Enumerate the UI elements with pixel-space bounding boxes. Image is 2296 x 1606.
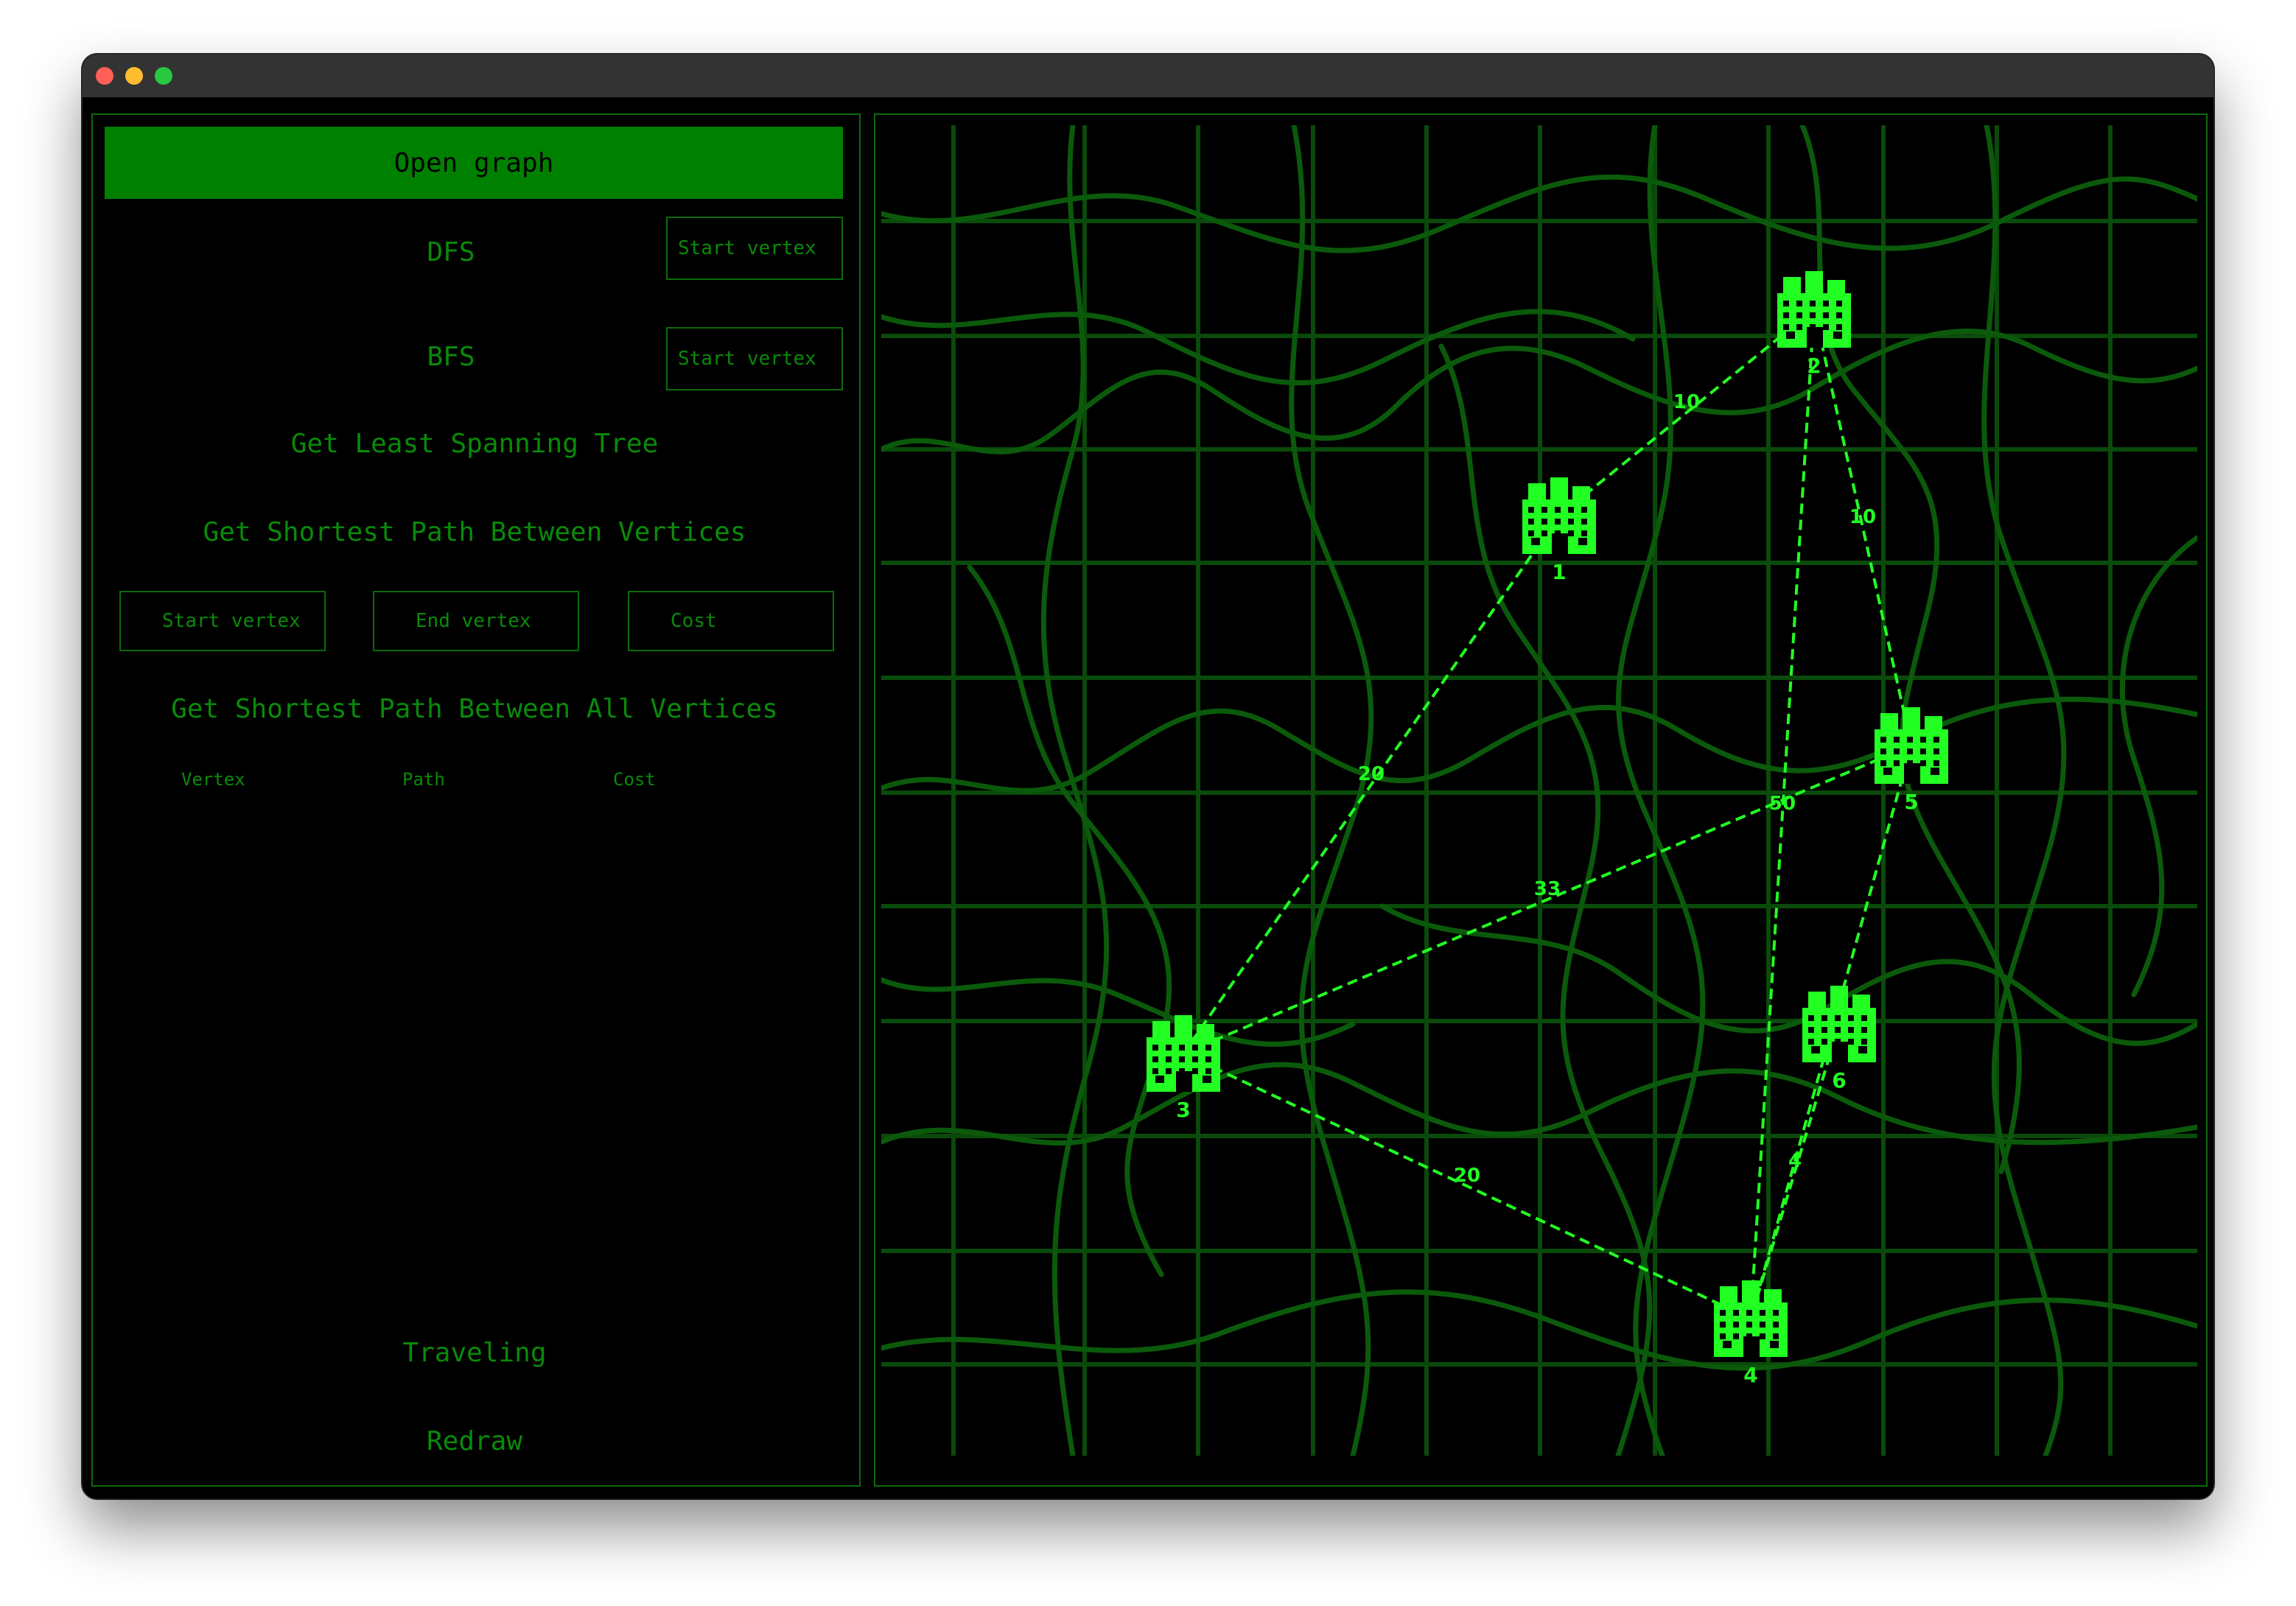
city-building-icon <box>1147 1015 1220 1092</box>
control-panel <box>91 113 861 1487</box>
least-spanning-tree-button[interactable]: Get Least Spanning Tree <box>91 429 858 459</box>
dfs-button[interactable]: DFS <box>340 237 561 267</box>
graph-edge-weight: 10 <box>1849 506 1876 528</box>
graph-edge-weight: 10 <box>1673 391 1700 413</box>
table-header-path: Path <box>402 769 445 790</box>
map-road <box>967 564 1172 1277</box>
graph-vertex-label: 5 <box>1904 790 1918 814</box>
table-header-cost: Cost <box>613 769 656 790</box>
shortest-path-end-vertex-input[interactable] <box>373 591 579 651</box>
graph-vertex-1[interactable]: 1 <box>1522 477 1596 584</box>
graph-vertex-2[interactable]: 2 <box>1777 271 1851 378</box>
map-svg: 10102050332014 123456 <box>881 125 2197 1456</box>
graph-vertex-label: 2 <box>1807 354 1821 378</box>
graph-vertex-label: 3 <box>1176 1098 1190 1122</box>
shortest-path-cost-input[interactable] <box>628 591 834 651</box>
graph-vertex-6[interactable]: 6 <box>1802 986 1876 1093</box>
city-building-icon <box>1522 477 1596 554</box>
shortest-path-all-vertices-button[interactable]: Get Shortest Path Between All Vertices <box>91 694 858 724</box>
bfs-button[interactable]: BFS <box>340 342 561 372</box>
graph-vertices: 1 2 3 4 5 6 <box>1147 271 1948 1387</box>
city-building-icon <box>1875 707 1948 784</box>
graph-map-canvas[interactable]: 10102050332014 123456 <box>881 125 2197 1456</box>
city-building-icon <box>1714 1280 1788 1357</box>
graph-vertex-label: 1 <box>1552 560 1566 584</box>
title-bar <box>83 55 2213 97</box>
graph-edge-weight: 4 <box>1788 1150 1802 1172</box>
graph-vertex-4[interactable]: 4 <box>1714 1280 1788 1387</box>
dfs-start-vertex-input[interactable] <box>666 217 843 280</box>
city-building-icon <box>1802 986 1876 1062</box>
graph-edge-weight: 20 <box>1358 763 1385 785</box>
minimize-window-button[interactable] <box>125 67 143 85</box>
graph-vertex-label: 4 <box>1743 1363 1757 1387</box>
graph-edge-weight: 33 <box>1534 878 1561 900</box>
table-header-vertex: Vertex <box>181 769 245 790</box>
zoom-window-button[interactable] <box>155 67 172 85</box>
city-building-icon <box>1777 271 1851 348</box>
open-graph-button[interactable]: Open graph <box>105 127 843 199</box>
graph-vertex-label: 6 <box>1832 1068 1846 1093</box>
graph-edge-weight: 20 <box>1454 1165 1480 1187</box>
app-window: Open graph DFS BFS Get Least Spanning Tr… <box>83 55 2213 1498</box>
graph-edges: 10102050332014 <box>1182 308 1913 1320</box>
shortest-path-start-vertex-input[interactable] <box>119 591 326 651</box>
bfs-start-vertex-input[interactable] <box>666 327 843 390</box>
map-road <box>2119 535 2197 997</box>
redraw-button[interactable]: Redraw <box>91 1426 858 1456</box>
shortest-path-between-vertices-button[interactable]: Get Shortest Path Between Vertices <box>91 517 858 547</box>
traveling-button[interactable]: Traveling <box>91 1338 858 1368</box>
close-window-button[interactable] <box>96 67 113 85</box>
